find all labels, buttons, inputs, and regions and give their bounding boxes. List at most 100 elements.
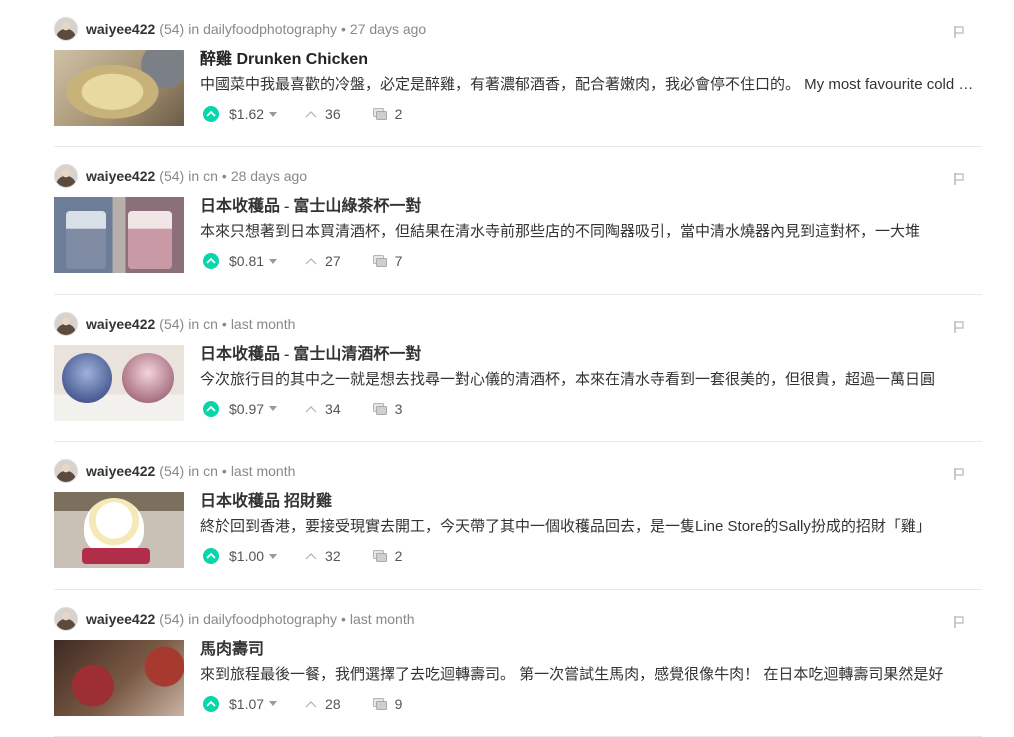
separator: • — [221, 168, 227, 185]
in-label: in — [188, 610, 200, 627]
votes-count[interactable]: 32 — [305, 548, 341, 564]
chevron-down-icon[interactable] — [269, 406, 278, 412]
in-label: in — [188, 168, 200, 185]
upvote-circle-icon[interactable] — [203, 548, 219, 565]
community-link[interactable]: dailyfoodphotography — [203, 21, 337, 37]
author-link[interactable]: waiyee422 — [86, 168, 155, 184]
community-link[interactable]: dailyfoodphotography — [203, 611, 337, 627]
votes-count[interactable]: 27 — [305, 253, 341, 269]
community-link[interactable]: cn — [203, 463, 218, 479]
community-link[interactable]: cn — [203, 168, 218, 184]
post-thumbnail[interactable] — [54, 639, 184, 716]
post-body: 日本收穫品 - 富士山清酒杯一對 今次旅行目的其中之一就是想去找尋一對心儀的清酒… — [200, 345, 978, 419]
votes-value: 32 — [325, 548, 341, 565]
comments-count[interactable]: 9 — [372, 695, 403, 712]
post-snippet[interactable]: 來到旅程最後一餐，我們選擇了去吃迴轉壽司。 第一次嘗試生馬肉，感覺很像牛肉！ 在… — [200, 666, 978, 684]
avatar[interactable] — [54, 606, 78, 631]
post-title[interactable]: 日本收穫品 - 富士山清酒杯一對 — [200, 345, 978, 365]
post-item: waiyee422 (54) in cn • 28 days ago 日本收穫品… — [54, 147, 982, 295]
post-body: 馬肉壽司 來到旅程最後一餐，我們選擇了去吃迴轉壽司。 第一次嘗試生馬肉，感覺很像… — [200, 640, 978, 714]
comments-count[interactable]: 2 — [372, 106, 402, 122]
post-stats: $1.00 32 2 — [200, 546, 978, 566]
author-reputation: (54) — [159, 610, 185, 627]
post-thumbnail[interactable] — [54, 344, 184, 421]
post-snippet[interactable]: 終於回到香港，要接受現實去開工，今天帶了其中一個收穫品回去，是一隻Line St… — [200, 518, 978, 536]
author-link[interactable]: waiyee422 — [86, 611, 155, 627]
payout-value[interactable]: $1.00 — [229, 548, 264, 564]
author-link[interactable]: waiyee422 — [86, 316, 155, 332]
flag-icon[interactable] — [954, 468, 964, 481]
post-header: waiyee422 (54) in dailyfoodphotography •… — [54, 606, 415, 632]
payout-value[interactable]: $1.07 — [229, 696, 264, 712]
post-title[interactable]: 馬肉壽司 — [200, 640, 978, 660]
comments-icon — [372, 697, 387, 710]
comments-value: 7 — [394, 253, 403, 270]
votes-value: 36 — [325, 106, 341, 122]
comments-count[interactable]: 2 — [372, 548, 403, 565]
community-link[interactable]: cn — [203, 316, 218, 332]
post-time: last month — [230, 463, 296, 480]
comments-count[interactable]: 7 — [372, 253, 403, 270]
author-link[interactable]: waiyee422 — [86, 21, 155, 37]
post-snippet[interactable]: 中國菜中我最喜歡的冷盤，必定是醉雞，有著濃郁酒香，配合著嫩肉，我必會停不住口的。… — [200, 76, 978, 94]
post-snippet[interactable]: 今次旅行目的其中之一就是想去找尋一對心儀的清酒杯，本來在清水寺看到一套很美的，但… — [200, 371, 978, 389]
upvote-circle-icon[interactable] — [203, 400, 219, 417]
chevron-down-icon[interactable] — [269, 701, 278, 707]
post-item: waiyee422 (54) in dailyfoodphotography •… — [54, 0, 982, 148]
comments-icon — [372, 402, 387, 415]
flag-icon[interactable] — [954, 26, 964, 38]
author-reputation: (54) — [159, 168, 185, 185]
avatar[interactable] — [54, 164, 78, 189]
post-time: last month — [349, 610, 415, 627]
upvote-circle-icon[interactable] — [203, 106, 219, 122]
chevron-up-icon — [305, 405, 317, 413]
chevron-up-icon — [305, 553, 317, 560]
avatar[interactable] — [54, 17, 78, 41]
chevron-down-icon[interactable] — [269, 258, 278, 264]
post-header: waiyee422 (54) in cn • last month — [54, 458, 295, 484]
payout-value[interactable]: $0.97 — [229, 401, 264, 417]
comments-value: 2 — [394, 548, 403, 565]
flag-icon[interactable] — [954, 320, 964, 333]
upvote-circle-icon[interactable] — [203, 253, 219, 270]
post-thumbnail[interactable] — [54, 197, 184, 274]
post-title[interactable]: 醉雞 Drunken Chicken — [200, 50, 978, 70]
payout-value[interactable]: $0.81 — [229, 253, 264, 269]
comments-icon — [372, 108, 387, 120]
votes-count[interactable]: 34 — [305, 401, 341, 417]
chevron-down-icon[interactable] — [269, 111, 278, 117]
comments-count[interactable]: 3 — [372, 401, 402, 417]
author-link[interactable]: waiyee422 — [86, 463, 155, 479]
comments-icon — [372, 550, 387, 563]
post-header: waiyee422 (54) in cn • 28 days ago — [54, 163, 307, 189]
payout-value[interactable]: $1.62 — [229, 106, 264, 122]
chevron-up-icon — [305, 258, 317, 265]
votes-count[interactable]: 36 — [305, 106, 341, 122]
author-reputation: (54) — [159, 463, 185, 480]
post-stats: $0.97 34 3 — [200, 399, 978, 419]
flag-icon[interactable] — [954, 615, 964, 628]
avatar[interactable] — [54, 311, 78, 336]
post-item: waiyee422 (54) in cn • last month 日本收穫品 … — [54, 295, 982, 443]
post-title[interactable]: 日本收穫品 招財雞 — [200, 492, 978, 512]
post-stats: $1.07 28 9 — [200, 694, 978, 714]
chevron-down-icon[interactable] — [269, 553, 278, 559]
post-body: 日本收穫品 - 富士山綠茶杯一對 本來只想著到日本買清酒杯，但結果在清水寺前那些… — [200, 197, 978, 271]
avatar[interactable] — [54, 459, 78, 484]
separator: • — [341, 21, 346, 37]
upvote-circle-icon[interactable] — [203, 695, 219, 712]
comments-value: 9 — [394, 695, 403, 712]
post-title[interactable]: 日本收穫品 - 富士山綠茶杯一對 — [200, 197, 978, 217]
post-body: 醉雞 Drunken Chicken 中國菜中我最喜歡的冷盤，必定是醉雞，有著濃… — [200, 50, 978, 124]
post-time: last month — [230, 315, 296, 332]
separator: • — [341, 610, 346, 627]
post-stats: $0.81 27 7 — [200, 251, 978, 271]
flag-icon[interactable] — [954, 173, 964, 186]
in-label: in — [188, 463, 200, 480]
votes-count[interactable]: 28 — [305, 696, 341, 712]
post-thumbnail[interactable] — [54, 50, 184, 126]
author-reputation: (54) — [159, 21, 185, 37]
post-snippet[interactable]: 本來只想著到日本買清酒杯，但結果在清水寺前那些店的不同陶器吸引，當中清水燒器內見… — [200, 223, 978, 241]
post-thumbnail[interactable] — [54, 492, 184, 569]
post-stats: $1.62 36 2 — [200, 104, 978, 124]
